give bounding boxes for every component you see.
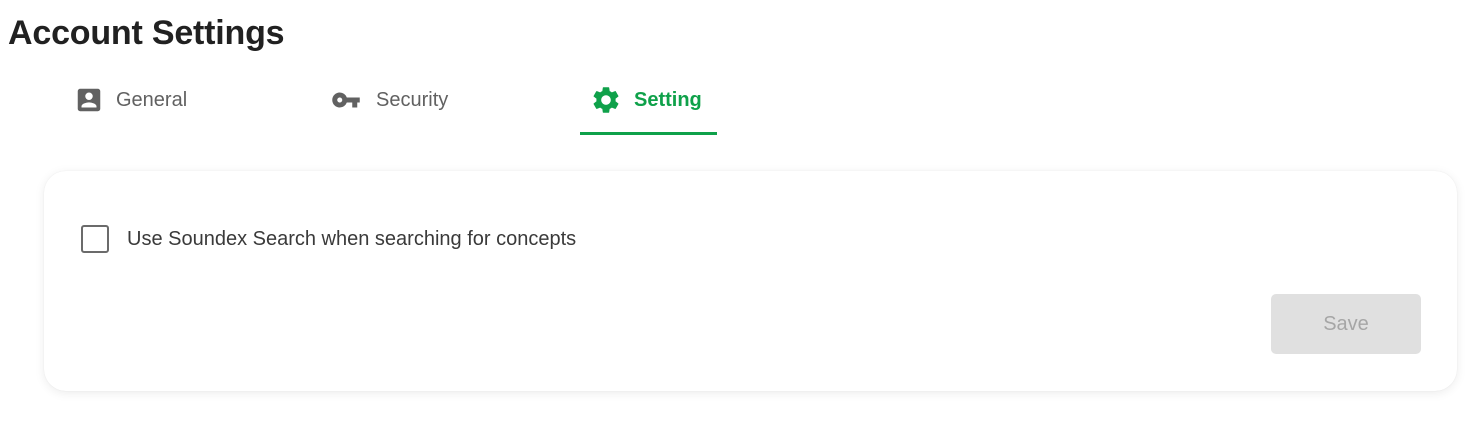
key-icon <box>328 85 364 115</box>
soundex-search-checkbox[interactable] <box>81 225 109 253</box>
settings-card: Use Soundex Search when searching for co… <box>44 171 1457 391</box>
tab-general-label: General <box>116 88 188 111</box>
tab-setting-label: Setting <box>634 88 702 111</box>
soundex-search-label: Use Soundex Search when searching for co… <box>127 227 577 250</box>
tab-security[interactable]: Security <box>328 66 448 134</box>
tab-setting[interactable]: Setting <box>580 66 712 134</box>
tab-security-label: Security <box>376 88 449 111</box>
settings-tabs: General Security Setting <box>0 66 800 136</box>
active-tab-indicator <box>580 132 717 135</box>
soundex-search-option[interactable]: Use Soundex Search when searching for co… <box>81 225 576 253</box>
account-box-icon <box>74 85 104 115</box>
save-button[interactable]: Save <box>1271 294 1421 354</box>
tab-general[interactable]: General <box>74 66 187 134</box>
account-settings-page: Account Settings General Security Settin… <box>0 0 1482 431</box>
page-title: Account Settings <box>8 14 285 52</box>
gear-icon <box>590 84 622 116</box>
